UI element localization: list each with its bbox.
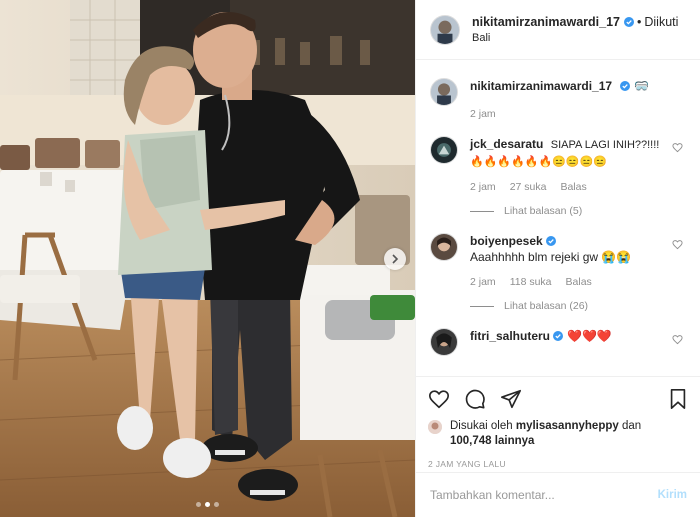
replies-line xyxy=(470,210,494,212)
view-replies-label: Lihat balasan (26) xyxy=(504,300,589,312)
carousel-dot xyxy=(196,502,201,507)
photo-illustration xyxy=(0,0,415,517)
post-photo[interactable] xyxy=(0,0,415,517)
avatar-image xyxy=(431,234,457,260)
commenter-avatar[interactable] xyxy=(430,233,458,261)
reply-button[interactable]: Balas xyxy=(560,179,586,195)
view-replies-button[interactable]: Lihat balasan (26) xyxy=(470,298,670,314)
post-comment-button[interactable]: Kirim xyxy=(658,489,687,501)
caption-meta: 2 jam xyxy=(470,106,670,122)
likes-summary: Disukai oleh mylisasannyheppy dan 100,74… xyxy=(428,419,689,449)
likes-count[interactable]: 100,748 xyxy=(450,435,492,447)
add-comment-form: Kirim xyxy=(416,472,700,517)
caption-author-avatar[interactable] xyxy=(430,78,458,106)
avatar-image xyxy=(431,137,457,163)
caption-username[interactable]: nikitamirzanimawardi_17 xyxy=(470,78,612,94)
following-button[interactable]: Diikuti xyxy=(644,14,678,30)
reply-button[interactable]: Balas xyxy=(566,274,592,290)
header-row: nikitamirzanimawardi_17 • Diikuti xyxy=(472,14,678,30)
avatar-image xyxy=(431,79,457,105)
comment-item: boiyenpesek Aaahhhhh blm rejeki gw 😭😭 2 … xyxy=(416,233,700,314)
author-avatar[interactable] xyxy=(430,14,460,45)
next-arrow-icon xyxy=(392,254,399,264)
caption-body: nikitamirzanimawardi_17 🥽 2 jam xyxy=(470,78,670,122)
avatar-image xyxy=(431,329,457,355)
comment-like-heart-icon[interactable] xyxy=(672,142,683,153)
carousel-dot xyxy=(205,502,210,507)
comment-item: fitri_salhuteru ❤️❤️❤️ xyxy=(416,328,700,356)
comment-meta: 2 jam 118 suka Balas xyxy=(470,274,670,290)
post-actions: Disukai oleh mylisasannyheppy dan 100,74… xyxy=(416,376,700,469)
verified-badge-icon xyxy=(620,81,631,91)
comments-list[interactable]: nikitamirzanimawardi_17 🥽 2 jam jck_desa… xyxy=(416,70,700,373)
carousel-dot xyxy=(214,502,219,507)
comment-like-heart-icon[interactable] xyxy=(672,334,683,345)
comment-likes[interactable]: 118 suka xyxy=(510,274,552,290)
comment-icon[interactable] xyxy=(464,388,486,410)
heart-icon[interactable] xyxy=(428,388,450,410)
header-text: nikitamirzanimawardi_17 • Diikuti Bali xyxy=(472,14,678,46)
comment-line: boiyenpesek Aaahhhhh blm rejeki gw 😭😭 xyxy=(470,233,670,265)
verified-badge-icon xyxy=(623,16,634,27)
carousel-dots xyxy=(0,502,415,507)
view-replies-label: Lihat balasan (5) xyxy=(504,205,583,217)
post-location[interactable]: Bali xyxy=(472,30,678,46)
comment-body: jck_desaratu SIAPA LAGI INIH??!!!!🔥🔥🔥🔥🔥🔥… xyxy=(470,136,670,219)
comment-meta: 2 jam 27 suka Balas xyxy=(470,179,670,195)
comment-input[interactable] xyxy=(430,488,658,502)
comment-username[interactable]: jck_desaratu xyxy=(470,137,543,151)
comment-line: fitri_salhuteru ❤️❤️❤️ xyxy=(470,328,670,344)
comment-likes[interactable]: 27 suka xyxy=(510,179,547,195)
carousel-next-button[interactable] xyxy=(384,248,406,270)
comment-text: ❤️❤️❤️ xyxy=(567,329,612,343)
commenter-avatar[interactable] xyxy=(430,328,458,356)
caption-emoji: 🥽 xyxy=(634,79,650,93)
post-timestamp[interactable]: 2 JAM YANG LALU xyxy=(428,459,689,469)
post-header: nikitamirzanimawardi_17 • Diikuti Bali xyxy=(416,0,700,60)
header-separator: • xyxy=(636,14,642,29)
post-side-panel: nikitamirzanimawardi_17 • Diikuti Bali n… xyxy=(415,0,700,517)
likes-prefix: Disukai oleh xyxy=(450,420,513,432)
avatar-image xyxy=(431,15,459,44)
likes-suffix[interactable]: lainnya xyxy=(495,435,535,447)
comment-username[interactable]: fitri_salhuteru xyxy=(470,328,550,344)
verified-badge-icon xyxy=(545,236,556,246)
comment-time[interactable]: 2 jam xyxy=(470,274,496,290)
comment-body: boiyenpesek Aaahhhhh blm rejeki gw 😭😭 2 … xyxy=(470,233,670,314)
replies-line xyxy=(470,305,494,307)
comment-text: Aaahhhhh blm rejeki gw 😭😭 xyxy=(470,250,632,264)
liker-username[interactable]: mylisasannyheppy xyxy=(516,420,619,432)
likes-connector: dan xyxy=(621,420,642,432)
caption-time[interactable]: 2 jam xyxy=(470,106,496,122)
caption-line: nikitamirzanimawardi_17 🥽 xyxy=(470,78,670,94)
comment-like-heart-icon[interactable] xyxy=(672,239,683,250)
caption-item: nikitamirzanimawardi_17 🥽 2 jam xyxy=(416,78,700,122)
comment-time[interactable]: 2 jam xyxy=(470,179,496,195)
view-replies-button[interactable]: Lihat balasan (5) xyxy=(470,203,670,219)
likes-text: Disukai oleh mylisasannyheppy dan 100,74… xyxy=(450,419,641,449)
commenter-avatar[interactable] xyxy=(430,136,458,164)
avatar-image xyxy=(428,420,442,434)
comment-username[interactable]: boiyenpesek xyxy=(470,233,543,249)
verified-badge-icon xyxy=(553,331,564,341)
bookmark-icon[interactable] xyxy=(667,388,689,410)
comment-item: jck_desaratu SIAPA LAGI INIH??!!!!🔥🔥🔥🔥🔥🔥… xyxy=(416,136,700,219)
author-username[interactable]: nikitamirzanimawardi_17 xyxy=(472,14,620,30)
comment-body: fitri_salhuteru ❤️❤️❤️ xyxy=(470,328,670,356)
liker-avatar[interactable] xyxy=(428,420,442,434)
action-icons xyxy=(428,387,689,411)
share-icon[interactable] xyxy=(500,388,522,410)
